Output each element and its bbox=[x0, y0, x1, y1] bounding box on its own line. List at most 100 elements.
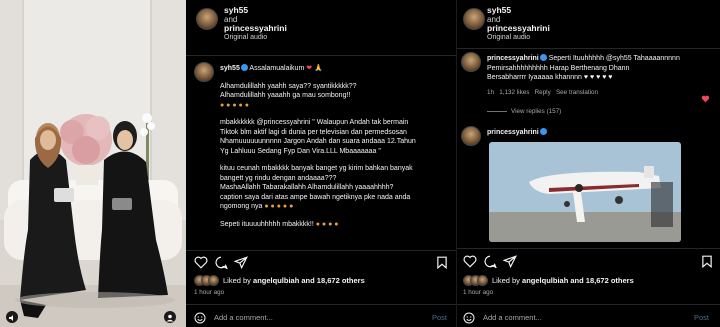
verified-badge-icon bbox=[539, 54, 547, 61]
header-user-1[interactable]: syh55 bbox=[224, 6, 287, 15]
smiley-icon bbox=[463, 312, 475, 324]
comment-body: syh55 Assalamualaikum ❤ 🙏 Alhamdulillahh… bbox=[220, 64, 452, 229]
reply-body: princessyahrini Seperti Ituuhhhhh @syh55… bbox=[487, 54, 717, 83]
divider bbox=[457, 304, 720, 305]
like-button[interactable] bbox=[194, 256, 208, 269]
post-time[interactable]: 1 hour ago bbox=[463, 289, 493, 296]
reply-line-1: Pemirsahhhhhhhhh Harap Berthenang Dhann bbox=[487, 64, 630, 72]
liker-avatars bbox=[463, 275, 489, 286]
heart-icon bbox=[701, 95, 710, 103]
liked-by-user[interactable]: angelqulbiah bbox=[522, 276, 568, 285]
header-names: syh55 and princessyahrini Original audio bbox=[224, 6, 287, 42]
header-audio[interactable]: Original audio bbox=[224, 33, 287, 42]
tag-button[interactable] bbox=[164, 311, 176, 323]
divider bbox=[457, 48, 720, 49]
reply-likes[interactable]: 1,132 likes bbox=[499, 89, 529, 96]
liker-avatar bbox=[477, 275, 488, 286]
comment-line-4: Tiktok blm aktif lagi di dunia per telev… bbox=[220, 128, 407, 136]
reply-avatar[interactable] bbox=[461, 52, 481, 72]
likes-text: Liked by angelqulbiah and 18,672 others bbox=[223, 276, 365, 285]
smiley-icon bbox=[194, 312, 206, 324]
comments-panel-left: syh55 and princessyahrini Original audio… bbox=[186, 0, 456, 327]
heart-icon bbox=[194, 256, 208, 269]
bookmark-icon bbox=[437, 256, 447, 269]
header-avatar-left[interactable] bbox=[196, 8, 218, 30]
comment2-username[interactable]: princessyahrini bbox=[487, 129, 539, 136]
heart-icon bbox=[463, 255, 477, 268]
person-icon bbox=[166, 314, 174, 322]
send-icon bbox=[503, 255, 517, 268]
comment2-avatar[interactable] bbox=[461, 126, 481, 146]
post-button[interactable]: Post bbox=[694, 313, 709, 322]
header-names: syh55 and princessyahrini Original audio bbox=[487, 6, 550, 42]
comment-line-1: Alhamdulillahh yaahh saya?? syantikkkkk?… bbox=[220, 82, 357, 90]
comment-icon bbox=[215, 256, 228, 269]
header-user-2[interactable]: princessyahrini bbox=[224, 24, 287, 33]
share-button[interactable] bbox=[503, 255, 517, 268]
header-audio[interactable]: Original audio bbox=[487, 33, 550, 42]
speaker-icon bbox=[9, 315, 13, 321]
reply-line-2: Bersabharrrr Iyaaaaa khannnn bbox=[487, 74, 582, 81]
reply-username[interactable]: princessyahrini bbox=[487, 55, 539, 62]
comment-line-2: Alhamdulillahh yaaahh ga mau sombong!! bbox=[220, 92, 351, 99]
comment-line-0: Assalamualaikum bbox=[249, 65, 305, 72]
header-avatar-right[interactable] bbox=[463, 8, 485, 30]
comment-line-10: caption saya dari atas ampe bawah ngetik… bbox=[220, 193, 411, 201]
like-button[interactable] bbox=[463, 255, 477, 268]
emoji-button[interactable] bbox=[194, 312, 206, 324]
verified-badge-icon bbox=[539, 128, 547, 135]
send-icon bbox=[234, 256, 248, 269]
jet-photo bbox=[489, 142, 681, 242]
photo-illustration bbox=[0, 0, 186, 327]
comment-button[interactable] bbox=[483, 255, 497, 268]
comment-line-7: kituu ceunah mbakkkk banyak banget yg ki… bbox=[220, 165, 413, 172]
comment-line-3: mbakkkkkk @princessyahrini " Walaupun An… bbox=[220, 119, 409, 126]
divider bbox=[186, 250, 456, 251]
liker-avatars bbox=[194, 275, 220, 286]
view-replies-label[interactable]: View replies (157) bbox=[511, 108, 561, 115]
header-user-2[interactable]: princessyahrini bbox=[487, 24, 550, 33]
like-comment-button[interactable] bbox=[701, 90, 710, 108]
comment-button[interactable] bbox=[214, 256, 228, 269]
comments-panel-right: syh55 and princessyahrini Original audio… bbox=[456, 0, 720, 327]
divider bbox=[186, 304, 456, 305]
emoji-row-1: ● ● ● ● ● bbox=[220, 101, 249, 109]
post-button[interactable]: Post bbox=[432, 313, 447, 322]
verified-badge-icon bbox=[240, 64, 248, 71]
comment-avatar[interactable] bbox=[194, 62, 214, 82]
divider bbox=[186, 55, 456, 56]
view-replies[interactable]: View replies (157) bbox=[487, 108, 561, 115]
reply-line-0: Seperti Ituuhhhhh @syh55 Tahaaaannnnn bbox=[548, 55, 680, 62]
reel-photo bbox=[0, 0, 186, 327]
save-button[interactable] bbox=[436, 256, 448, 269]
add-comment-input[interactable]: Add a comment... bbox=[483, 313, 542, 322]
save-button[interactable] bbox=[701, 255, 713, 268]
add-comment-input[interactable]: Add a comment... bbox=[214, 313, 273, 322]
comment-line-8: bangett yg rindu dengan andaaaa??? bbox=[220, 174, 337, 182]
reply-meta: 1h 1,132 likes Reply See translation bbox=[487, 89, 598, 96]
comment-username[interactable]: syh55 bbox=[220, 65, 240, 72]
likes-count[interactable]: and 18,672 others bbox=[301, 276, 364, 285]
comment-line-9: MashaAllahh Tabarakallahh Alhamdulillahh… bbox=[220, 184, 394, 191]
likes-count[interactable]: and 18,672 others bbox=[570, 276, 633, 285]
comment2-header: princessyahrini bbox=[487, 128, 547, 138]
likes-text: Liked by angelqulbiah and 18,672 others bbox=[492, 276, 634, 285]
liked-by-user[interactable]: angelqulbiah bbox=[253, 276, 299, 285]
comment-line-6: Yg Lahluuu Sedang Fyp Dan Vira.LLL Mbaaa… bbox=[220, 147, 381, 155]
liker-avatar bbox=[208, 275, 219, 286]
bookmark-icon bbox=[702, 255, 712, 268]
liked-by-label: Liked by bbox=[223, 276, 251, 285]
liked-by-label: Liked by bbox=[492, 276, 520, 285]
share-button[interactable] bbox=[234, 256, 248, 269]
reply-time[interactable]: 1h bbox=[487, 89, 494, 96]
audio-button[interactable] bbox=[6, 311, 18, 323]
header-user-1[interactable]: syh55 bbox=[487, 6, 550, 15]
comment-line-11: ngomong nya bbox=[220, 203, 263, 210]
emoji-button[interactable] bbox=[463, 312, 475, 324]
reply-link[interactable]: Reply bbox=[535, 89, 551, 96]
comment-line-12: Sepeti ituuuuhhhhh mbakkkk!! bbox=[220, 220, 314, 228]
see-translation-link[interactable]: See translation bbox=[556, 89, 598, 96]
comment-icon bbox=[484, 255, 497, 268]
comment2-image[interactable] bbox=[489, 142, 681, 242]
post-time[interactable]: 1 hour ago bbox=[194, 289, 224, 296]
